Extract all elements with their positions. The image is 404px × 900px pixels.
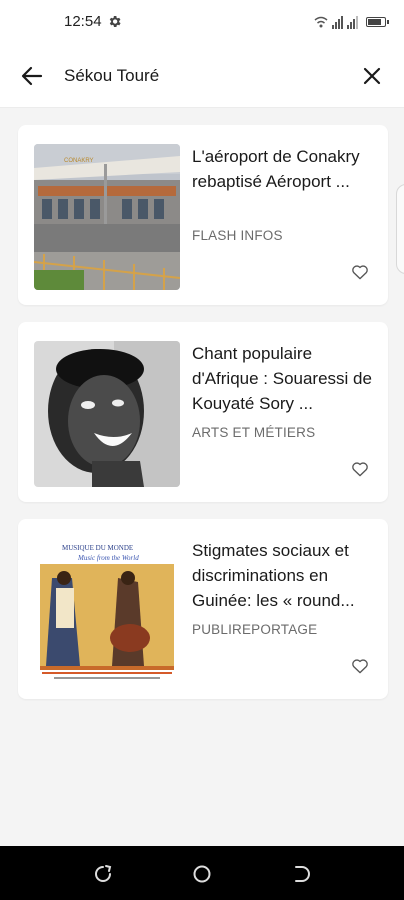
heart-outline-icon[interactable] [350, 262, 370, 282]
card-category: PUBLIREPORTAGE [192, 622, 318, 637]
svg-text:CONAKRY: CONAKRY [64, 158, 94, 164]
album-cover-musique-du-monde: MUSIQUE DU MONDE Music from the World [34, 538, 180, 684]
back-gesture-icon[interactable] [290, 863, 312, 885]
search-input[interactable] [64, 62, 344, 90]
signal-icon-2 [347, 15, 358, 29]
smiling-man-bw-photo [34, 341, 180, 487]
home-icon[interactable] [191, 863, 213, 885]
battery-icon [366, 17, 389, 27]
card-title: L'aéroport de Conakry rebaptisé Aéroport… [192, 147, 360, 191]
side-panel-handle[interactable] [396, 184, 404, 274]
card-category: ARTS ET MÉTIERS [192, 425, 316, 440]
heart-outline-icon[interactable] [350, 656, 370, 676]
svg-text:MUSIQUE DU MONDE: MUSIQUE DU MONDE [62, 544, 133, 552]
card-title: Chant populaire d'Afrique : Souaressi de… [192, 344, 372, 413]
card-title: Stigmates sociaux et discriminations en … [192, 541, 355, 610]
status-time: 12:54 [64, 13, 102, 30]
result-card[interactable]: MUSIQUE DU MONDE Music from the World St… [18, 519, 388, 699]
search-bar [0, 44, 404, 108]
status-bar: 12:54 [0, 0, 404, 44]
status-icons [314, 13, 389, 31]
close-icon[interactable] [358, 62, 386, 90]
system-nav-bar [0, 846, 404, 900]
gear-icon [109, 16, 121, 27]
svg-text:Music from the World: Music from the World [77, 554, 139, 562]
card-category: FLASH INFOS [192, 228, 283, 243]
result-card[interactable]: CONAKRY L'aéroport de Conakry rebaptisé … [18, 125, 388, 305]
arrow-left-icon[interactable] [18, 62, 46, 90]
recent-apps-icon[interactable] [92, 863, 114, 885]
airport-terminal-photo: CONAKRY [34, 144, 180, 290]
signal-icon [332, 15, 343, 29]
wifi-icon [314, 16, 328, 28]
heart-outline-icon[interactable] [350, 459, 370, 479]
result-card[interactable]: Chant populaire d'Afrique : Souaressi de… [18, 322, 388, 502]
